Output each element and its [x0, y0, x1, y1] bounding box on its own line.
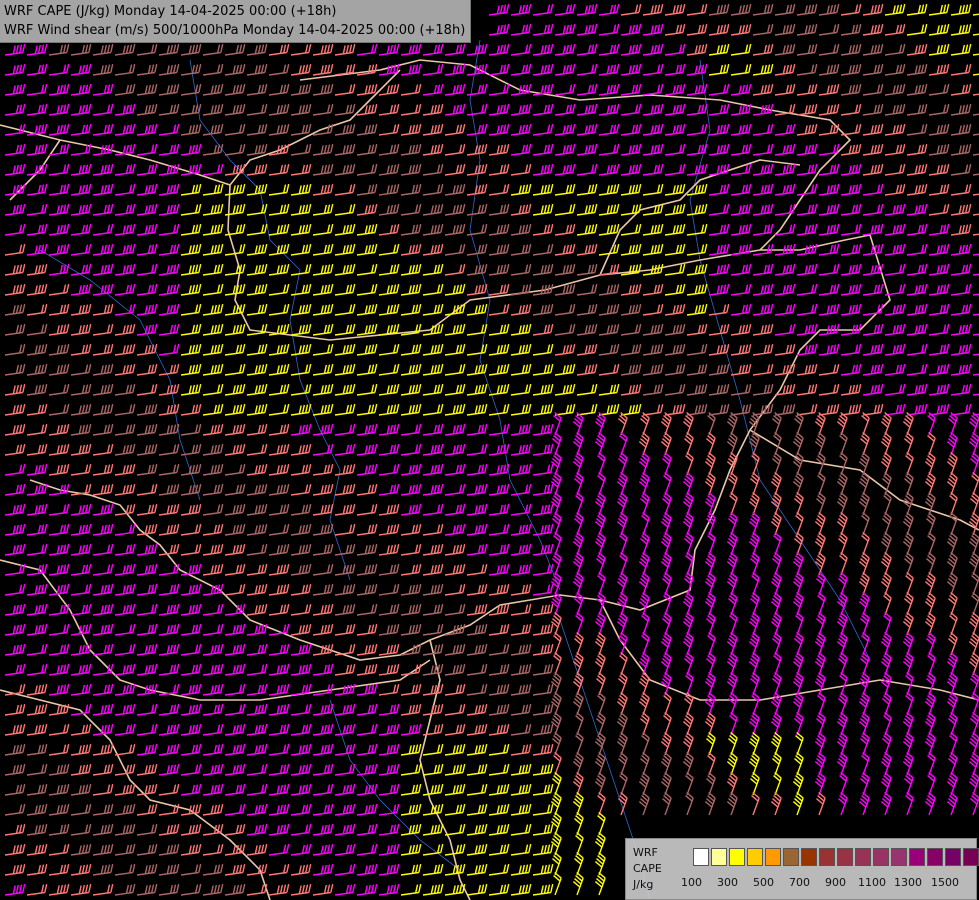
- legend-label-model: WRF: [633, 846, 658, 859]
- wind-shear-cape-map: [0, 0, 979, 900]
- legend-tick: 700: [789, 876, 810, 889]
- legend-swatch: [873, 848, 889, 866]
- legend-swatch: [963, 848, 979, 866]
- legend-label-unit: J/kg: [633, 878, 654, 891]
- legend-ticks: 100 300 500 700 900 1100 1300 1500: [681, 876, 971, 890]
- legend-swatch: [693, 848, 709, 866]
- cape-legend: WRF CAPE J/kg 100 300 500 700 900 1100 1…: [625, 838, 979, 900]
- legend-swatch: [909, 848, 925, 866]
- legend-swatch: [729, 848, 745, 866]
- legend-swatch: [801, 848, 817, 866]
- legend-swatch: [765, 848, 781, 866]
- legend-label-variable: CAPE: [633, 862, 662, 875]
- legend-swatch: [837, 848, 853, 866]
- legend-swatch: [945, 848, 961, 866]
- cape-title: WRF CAPE (J/kg) Monday 14-04-2025 00:00 …: [4, 4, 337, 19]
- legend-swatch: [819, 848, 835, 866]
- legend-swatch: [891, 848, 907, 866]
- legend-swatch: [747, 848, 763, 866]
- legend-swatch: [855, 848, 871, 866]
- legend-swatch: [711, 848, 727, 866]
- title-box: WRF CAPE (J/kg) Monday 14-04-2025 00:00 …: [0, 0, 471, 43]
- legend-tick: 500: [753, 876, 774, 889]
- legend-tick: 300: [717, 876, 738, 889]
- legend-swatches: [693, 848, 979, 866]
- legend-swatch: [927, 848, 943, 866]
- legend-tick: 1500: [931, 876, 959, 889]
- legend-swatch: [783, 848, 799, 866]
- legend-tick: 900: [825, 876, 846, 889]
- legend-tick: 1100: [858, 876, 886, 889]
- wind-shear-title: WRF Wind shear (m/s) 500/1000hPa Monday …: [4, 23, 466, 38]
- legend-tick: 100: [681, 876, 702, 889]
- legend-tick: 1300: [894, 876, 922, 889]
